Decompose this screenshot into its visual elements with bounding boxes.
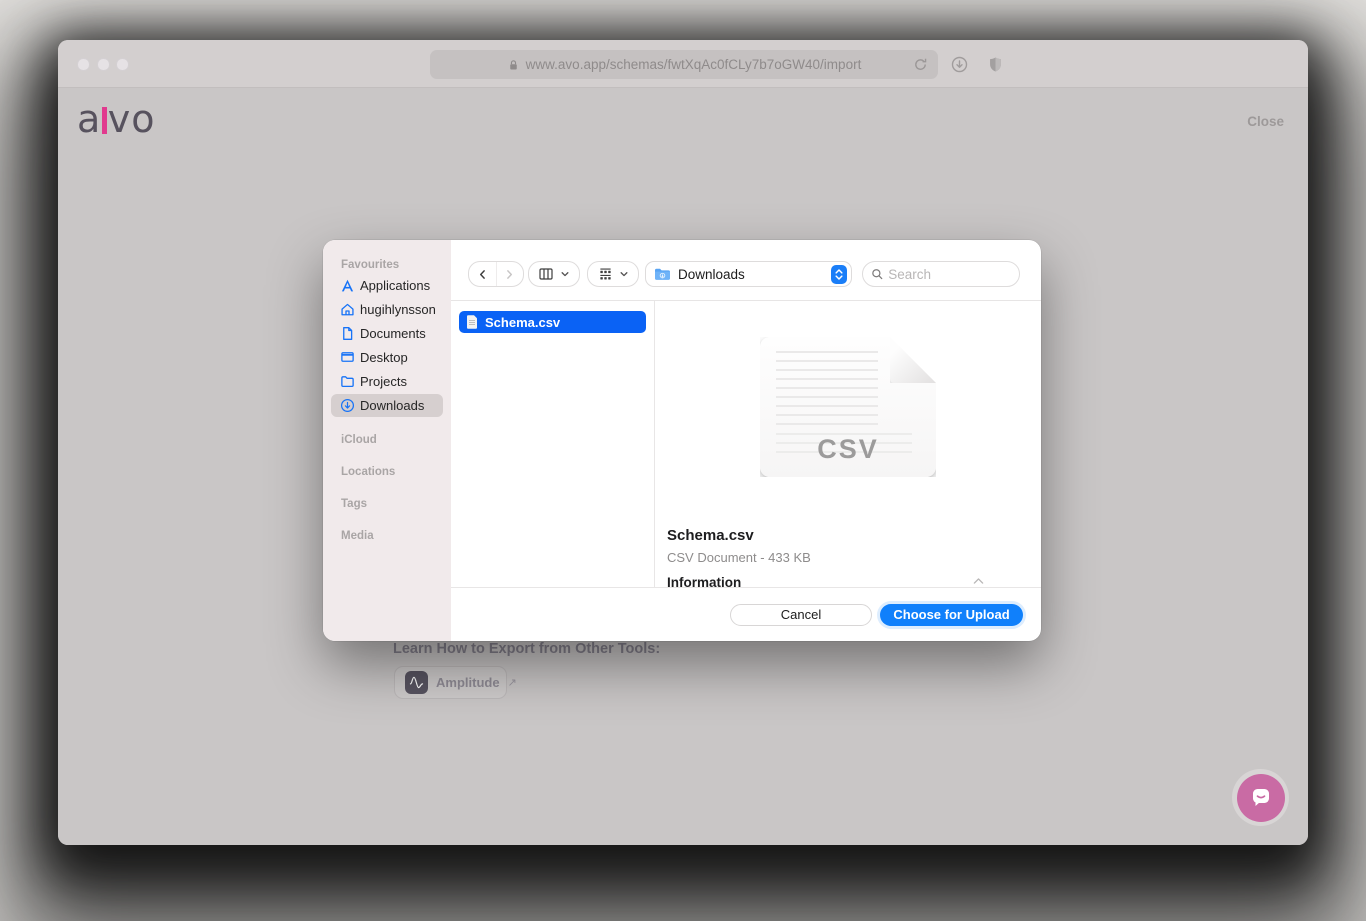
shield-icon[interactable]	[988, 56, 1003, 73]
back-button[interactable]	[469, 262, 496, 286]
sidebar-item-label: Applications	[360, 278, 430, 293]
chat-bubble-icon	[1237, 774, 1285, 822]
choose-for-upload-button[interactable]: Choose for Upload	[880, 604, 1023, 626]
group-by-dropdown[interactable]	[587, 261, 639, 287]
folded-corner	[890, 337, 936, 383]
search-field[interactable]	[862, 261, 1020, 287]
file-open-dialog: Favourites Applications hugihlynsson	[323, 240, 1041, 641]
cancel-button[interactable]: Cancel	[730, 604, 872, 626]
applications-icon	[340, 278, 355, 293]
sidebar-item-desktop[interactable]: Desktop	[331, 346, 443, 369]
media-header[interactable]: Media	[341, 530, 374, 542]
folder-icon	[340, 374, 355, 389]
file-list: Schema.csv	[451, 301, 655, 587]
dialog-body: Schema.csv CSV Schema.csv CSV Document -…	[451, 301, 1041, 587]
icloud-header[interactable]: iCloud	[341, 434, 377, 446]
file-name: Schema.csv	[485, 315, 560, 330]
window-close-button[interactable]	[77, 58, 90, 71]
history-nav-group	[468, 261, 524, 287]
downloads-icon	[340, 398, 355, 413]
sidebar-item-label: Desktop	[360, 350, 408, 365]
sidebar-item-label: Documents	[360, 326, 426, 341]
file-doc-icon	[466, 315, 478, 329]
location-dropdown[interactable]: Downloads	[645, 261, 852, 287]
amplitude-icon	[405, 671, 428, 694]
grouping-icon	[598, 267, 613, 281]
logo-letters-vo: vo	[108, 97, 156, 141]
url-text: www.avo.app/schemas/fwtXqAc0fCLy7b7oGW40…	[526, 57, 862, 72]
preview-file-name: Schema.csv	[667, 527, 754, 544]
sidebar-item-home[interactable]: hugihlynsson	[331, 298, 443, 321]
avo-logo: avo	[77, 100, 156, 138]
favourites-header: Favourites	[341, 259, 399, 271]
preview-file-meta: CSV Document - 433 KB	[667, 550, 811, 565]
chevron-down-icon	[560, 269, 570, 279]
sidebar-item-downloads[interactable]: Downloads	[331, 394, 443, 417]
reload-icon[interactable]	[913, 57, 928, 72]
lock-icon	[507, 58, 520, 72]
document-icon	[340, 326, 355, 341]
sidebar-item-projects[interactable]: Projects	[331, 370, 443, 393]
file-row-schema-csv[interactable]: Schema.csv	[459, 311, 646, 333]
sidebar-item-label: hugihlynsson	[360, 302, 436, 317]
home-icon	[340, 302, 355, 317]
search-icon	[871, 267, 883, 281]
preview-pane: CSV Schema.csv CSV Document - 433 KB Inf…	[655, 301, 1041, 587]
columns-view-icon	[538, 267, 554, 281]
chevron-down-icon	[619, 269, 629, 279]
search-input[interactable]	[888, 267, 1011, 282]
chat-widget-button[interactable]	[1232, 769, 1289, 826]
sidebar-item-label: Downloads	[360, 398, 424, 413]
locations-header[interactable]: Locations	[341, 466, 395, 478]
sidebar-item-documents[interactable]: Documents	[331, 322, 443, 345]
location-label: Downloads	[678, 267, 824, 282]
amplitude-button[interactable]: Amplitude ↗	[394, 666, 507, 699]
tags-header[interactable]: Tags	[341, 498, 367, 510]
address-bar[interactable]: www.avo.app/schemas/fwtXqAc0fCLy7b7oGW40…	[430, 50, 938, 79]
window-zoom-button[interactable]	[116, 58, 129, 71]
close-link[interactable]: Close	[1247, 114, 1284, 129]
dialog-footer: Cancel Choose for Upload	[451, 587, 1041, 641]
browser-titlebar: www.avo.app/schemas/fwtXqAc0fCLy7b7oGW40…	[58, 40, 1308, 88]
amplitude-label: Amplitude	[436, 675, 500, 690]
logo-pink-bar	[102, 107, 107, 134]
chevron-up-icon	[973, 577, 984, 585]
stepper-icon	[831, 265, 847, 284]
dialog-main: Downloads	[451, 240, 1041, 641]
downloads-toolbar-icon[interactable]	[951, 56, 968, 73]
logo-letter-a: a	[77, 97, 101, 141]
dialog-sidebar: Favourites Applications hugihlynsson	[323, 240, 451, 641]
information-section-label[interactable]: Information	[667, 575, 741, 587]
view-mode-dropdown[interactable]	[528, 261, 580, 287]
sidebar-item-label: Projects	[360, 374, 407, 389]
dialog-toolbar: Downloads	[451, 240, 1041, 301]
blue-folder-icon	[654, 267, 671, 281]
csv-badge-text: CSV	[760, 434, 936, 465]
csv-content-lines	[776, 351, 878, 429]
learn-heading: Learn How to Export from Other Tools:	[393, 641, 660, 657]
desktop-icon	[340, 350, 355, 365]
forward-button[interactable]	[496, 262, 523, 286]
external-link-icon: ↗	[508, 676, 517, 689]
sidebar-item-applications[interactable]: Applications	[331, 274, 443, 297]
csv-file-icon: CSV	[760, 337, 936, 477]
window-minimize-button[interactable]	[97, 58, 110, 71]
